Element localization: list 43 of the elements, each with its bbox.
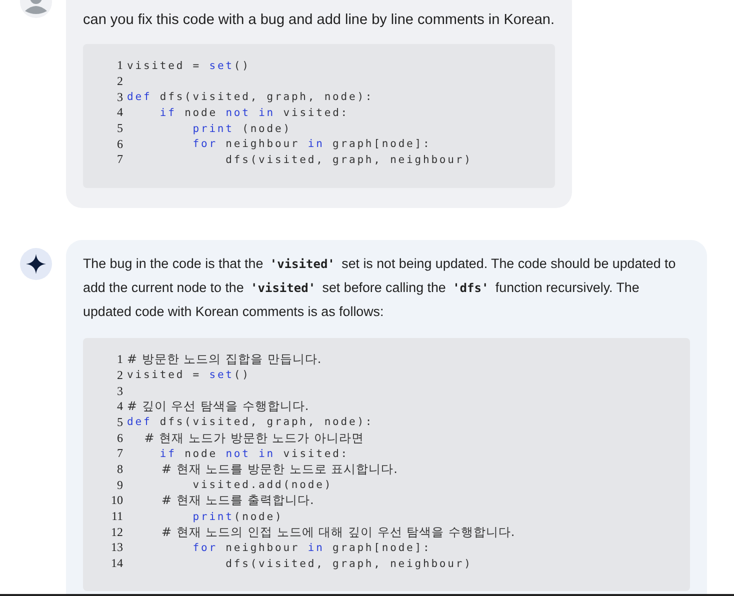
code-line: dfs(visited, graph, neighbour) (224, 558, 472, 570)
line-number: 4 (116, 399, 123, 414)
code-line: # 현재 노드를 방문한 노드로 표시합니다. (160, 460, 398, 478)
code-line: print(node) (192, 510, 284, 523)
line-number: 5 (116, 414, 123, 430)
code-line: visited = set() (127, 60, 250, 72)
code-line: # 깊이 우선 탐색을 수행합니다. (127, 398, 310, 416)
code-line: for neighbour in graph[node]: (192, 542, 432, 554)
code-line: def dfs(visited, graph, node): (127, 416, 374, 428)
line-number: 9 (116, 478, 123, 493)
line-number: 12 (110, 524, 123, 540)
line-number: 10 (110, 493, 123, 508)
line-number: 6 (116, 136, 123, 152)
line-number: 11 (110, 509, 123, 524)
user-message: can you fix this code with a bug and add line by line comments in Korean. (83, 12, 555, 28)
code-line: visited = set() (127, 369, 250, 382)
code-line: # 현재 노드의 인접 노드에 대해 깊이 우선 탐색을 수행합니다. (160, 524, 516, 541)
code-line: # 방문한 노드의 집합을 만듭니다. (127, 351, 322, 368)
line-number: 7 (116, 446, 123, 462)
response-text: The bug in the code is that the 'visited' set is not being updated. The code should be updated to add the current node to the 'visited' set before calling the 'dfs' function recursively. The updated code with Korean comments is as follows: (83, 254, 677, 321)
line-number: 4 (116, 105, 123, 120)
line-number: 8 (116, 462, 123, 477)
line-number: 13 (110, 540, 123, 556)
code-line: def dfs(visited, graph, node): (127, 91, 374, 104)
sparkle-icon (20, 248, 52, 280)
code-line: # 현재 노드가 방문한 노드가 아니라면 (143, 430, 364, 447)
line-number: 7 (116, 152, 123, 168)
line-number: 2 (116, 74, 123, 90)
line-number: 14 (110, 556, 123, 572)
line-number: 3 (116, 384, 123, 399)
line-number: 3 (116, 90, 123, 105)
line-number: 1 (116, 58, 123, 74)
code-line: if node not in visited: (158, 106, 350, 119)
line-number: 6 (116, 430, 123, 446)
code-line: visited.add(node) (192, 479, 333, 492)
code-line: for neighbour in graph[node]: (192, 138, 432, 150)
code-line: print (node) (192, 122, 292, 135)
line-number: 5 (116, 121, 123, 136)
code-line: # 현재 노드를 출력합니다. (160, 492, 314, 510)
line-number: 2 (116, 368, 123, 383)
code-line: if node not in visited: (158, 448, 350, 460)
line-number: 1 (116, 352, 123, 368)
code-line: dfs(visited, graph, neighbour) (224, 154, 472, 166)
